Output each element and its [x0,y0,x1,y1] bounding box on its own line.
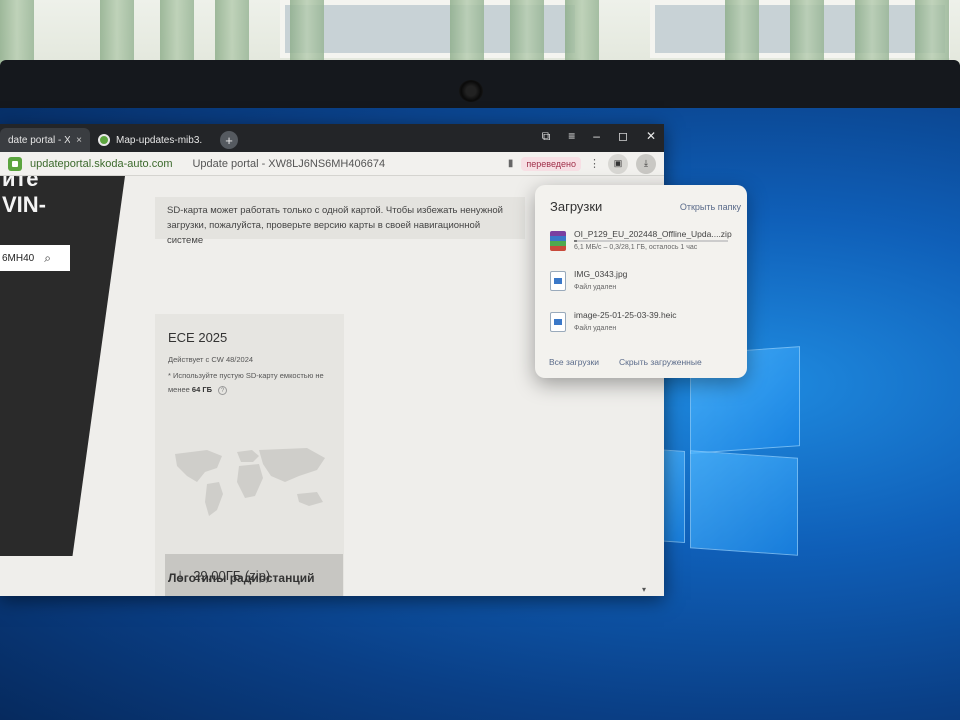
page-title: Update portal - XW8LJ6NS6MH406674 [192,157,386,170]
lock-icon[interactable] [8,156,22,171]
image-file-icon [550,312,566,332]
menu-icon[interactable]: ≡ [568,129,575,144]
tab-bar: date portal - XW8LJ6 × Map-updates-mib3.… [0,124,664,152]
download-status: Файл удален [574,284,617,291]
skoda-favicon-icon [98,134,110,146]
card-hint: * Используйте пустую SD-карту емкостью н… [168,369,338,397]
extension-icon[interactable]: ▣ [608,153,628,174]
all-downloads-link[interactable]: Все загрузки [549,357,599,367]
help-icon[interactable]: ? [218,386,228,395]
download-status: 6,1 МБ/с – 0,3/28,1 ГБ, осталось 1 час [574,244,698,251]
download-progress-bar [574,240,728,242]
downloads-heading: Загрузки [550,199,603,214]
download-filename: image-25-01-25-03-39.heic [574,310,677,320]
zip-archive-icon [550,231,566,251]
open-folder-link[interactable]: Открыть папку [680,202,741,212]
download-item[interactable]: IMG_0343.jpg Файл удален [550,269,740,303]
card-validity: Действует с CW 48/2024 [168,355,254,364]
tab-map-updates-pdf[interactable]: Map-updates-mib3.pdf [90,128,210,152]
download-item[interactable]: OI_P129_EU_202448_Offline_Upda....zip 6,… [550,229,740,263]
tab-manager-icon[interactable]: ⧉ [542,129,551,144]
more-icon[interactable]: ⋮ [589,157,600,170]
tab-label: Map-updates-mib3.pdf [116,134,202,146]
window-controls: ⧉ ≡ – ◻ ✕ [542,129,656,144]
map-update-card: ECE 2025 Действует с CW 48/2024 * Исполь… [155,314,344,596]
downloads-button[interactable]: ⤓ [636,153,656,174]
image-file-icon [550,271,566,291]
translated-badge[interactable]: переведено [521,156,581,171]
hero-dark-panel [0,176,125,556]
hide-downloaded-link[interactable]: Скрыть загруженные [619,357,702,367]
maximize-icon[interactable]: ◻ [618,129,628,144]
url-text[interactable]: updateportal.skoda-auto.com [30,158,172,170]
close-icon[interactable]: × [76,135,82,146]
minimize-icon[interactable]: – [593,129,600,144]
download-item[interactable]: image-25-01-25-03-39.heic Файл удален [550,310,740,344]
download-progress-fill [574,240,578,242]
close-window-icon[interactable]: ✕ [646,129,656,144]
vin-value: 6MH40 [2,252,35,264]
new-tab-button[interactable]: + [220,131,238,149]
bookmark-icon[interactable]: ▮ [508,158,514,169]
card-title: ECE 2025 [168,330,228,345]
download-filename: IMG_0343.jpg [574,269,628,279]
address-bar[interactable]: updateportal.skoda-auto.com Update porta… [0,152,664,176]
world-map-image [175,448,325,516]
scroll-down-icon[interactable]: ▾ [642,585,646,594]
windows-logo-pane [690,450,798,556]
hero-heading: VIN- [2,192,46,217]
webcam [459,80,483,102]
search-icon[interactable]: ⌕ [44,251,51,266]
download-status: Файл удален [574,325,617,332]
hint-size: 64 ГБ [191,385,212,394]
radio-logos-heading: Логотипы радиостанций [168,571,315,585]
hero-heading: ите [2,176,39,191]
tab-label: date portal - XW8LJ6 [8,134,71,146]
tab-update-portal[interactable]: date portal - XW8LJ6 × [0,128,90,152]
downloads-panel: Загрузки Открыть папку OI_P129_EU_202448… [535,185,747,378]
download-filename: OI_P129_EU_202448_Offline_Upda....zip [574,229,732,239]
sd-card-note: SD-карта может работать только с одной к… [155,197,525,246]
vin-search-input[interactable]: 6MH40 ⌕ [0,245,70,271]
